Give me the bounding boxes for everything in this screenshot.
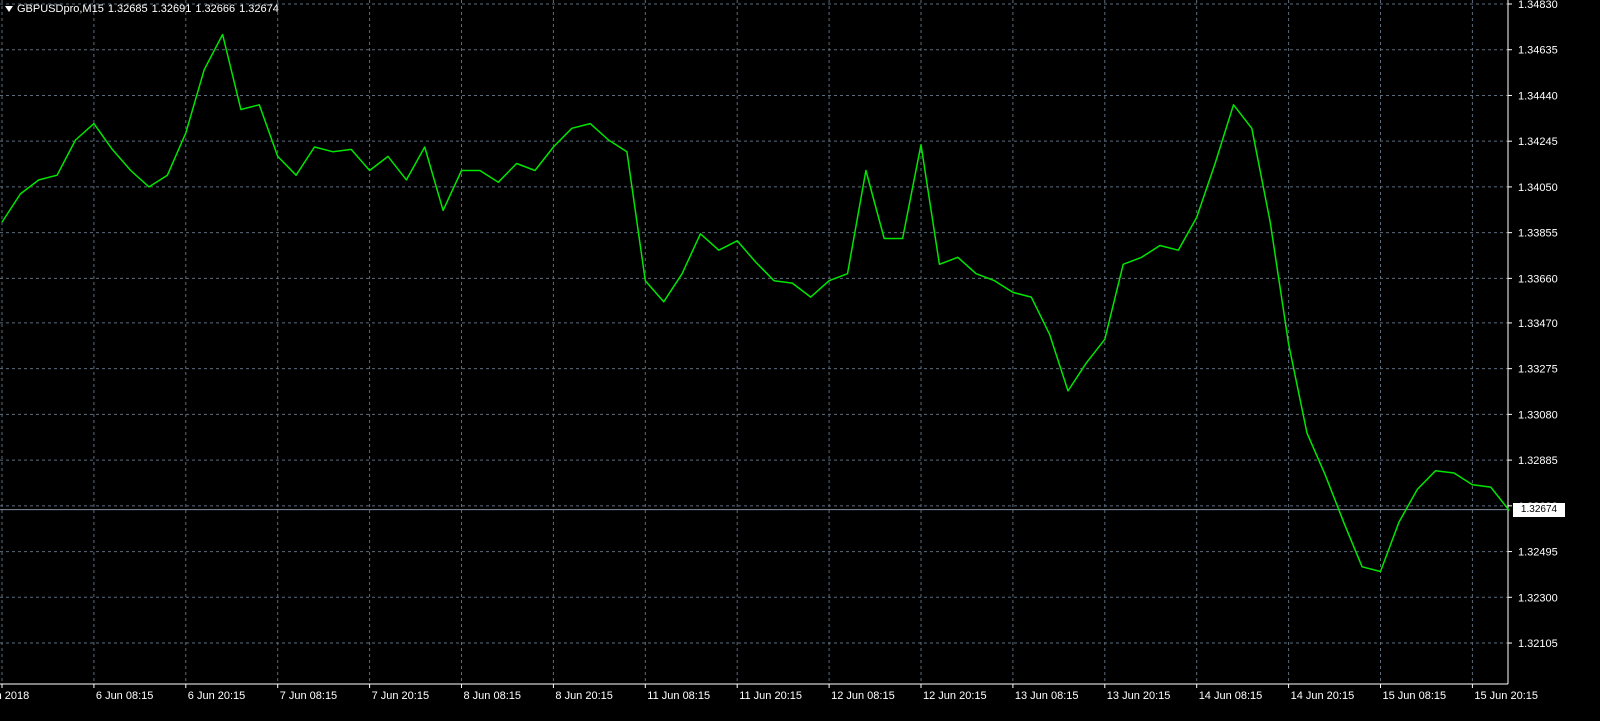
y-tick-label: 1.34830 bbox=[1518, 0, 1558, 11]
x-tick-label: 15 Jun 08:15 bbox=[1383, 690, 1447, 702]
chart-window[interactable]: 1.34830 1.34635 1.34440 1.34245 1.34050 1.338… bbox=[0, 0, 1600, 721]
close-price: 1.32674 bbox=[239, 3, 279, 15]
y-tick-label: 1.33660 bbox=[1518, 273, 1558, 285]
price-chart[interactable]: 1.34830 1.34635 1.34440 1.34245 1.34050 1.338… bbox=[0, 0, 1600, 721]
low-price: 1.32666 bbox=[195, 3, 236, 15]
y-tick-label: 1.33275 bbox=[1518, 364, 1558, 376]
x-tick-label: 6 Jun 20:15 bbox=[188, 690, 246, 702]
x-tick-label: 11 Jun 08:15 bbox=[647, 690, 710, 702]
x-tick-label: 13 Jun 20:15 bbox=[1107, 690, 1171, 702]
series-line bbox=[1, 33, 1510, 573]
x-tick-label: 14 Jun 20:15 bbox=[1291, 690, 1355, 702]
time-axis-labels: 5 Jun 2018 6 Jun 08:15 6 Jun 20:15 7 Jun 08… bbox=[0, 690, 1538, 702]
x-tick-label: 15 Jun 20:15 bbox=[1474, 690, 1538, 702]
x-tick-label: 11 Jun 20:15 bbox=[739, 690, 802, 702]
y-tick-label: 1.34440 bbox=[1518, 90, 1558, 102]
y-tick-label: 1.34635 bbox=[1518, 45, 1558, 57]
y-tick-label: 1.32495 bbox=[1518, 547, 1558, 559]
y-tick-label: 1.33470 bbox=[1518, 318, 1558, 330]
x-tick-label: 12 Jun 08:15 bbox=[831, 690, 895, 702]
y-tick-label: 1.34245 bbox=[1518, 136, 1558, 148]
open-price: 1.32685 bbox=[107, 3, 148, 15]
x-tick-label: 6 Jun 08:15 bbox=[96, 690, 153, 702]
y-tick-label: 1.32105 bbox=[1518, 638, 1558, 650]
y-tick-label: 1.33855 bbox=[1518, 228, 1558, 240]
x-tick-label: 5 Jun 2018 bbox=[0, 690, 29, 702]
x-tick-label: 7 Jun 08:15 bbox=[280, 690, 338, 702]
axis-lines bbox=[0, 0, 1512, 688]
y-tick-label: 1.32885 bbox=[1518, 455, 1558, 467]
grid bbox=[0, 0, 1508, 684]
high-price: 1.32691 bbox=[151, 3, 192, 15]
x-tick-label: 8 Jun 08:15 bbox=[464, 690, 522, 702]
x-tick-label: 14 Jun 08:15 bbox=[1199, 690, 1263, 702]
y-tick-label: 1.34050 bbox=[1518, 182, 1558, 194]
x-tick-label: 12 Jun 20:15 bbox=[923, 690, 987, 702]
y-tick-label: 1.32300 bbox=[1518, 592, 1558, 604]
price-series bbox=[1, 33, 1510, 573]
x-tick-label: 8 Jun 20:15 bbox=[555, 690, 613, 702]
x-tick-label: 7 Jun 20:15 bbox=[372, 690, 430, 702]
current-price-tag: 1.32674 bbox=[1513, 502, 1565, 517]
y-tick-label: 1.33080 bbox=[1518, 409, 1558, 421]
symbol-label: GBPUSDpro,M15 bbox=[17, 3, 104, 15]
symbol-header[interactable]: GBPUSDpro,M15 1.32685 1.32691 1.32666 1.… bbox=[5, 1, 283, 17]
dropdown-arrow-icon[interactable] bbox=[5, 6, 13, 12]
x-tick-label: 13 Jun 08:15 bbox=[1015, 690, 1079, 702]
price-axis-labels: 1.34830 1.34635 1.34440 1.34245 1.34050 1.338… bbox=[1518, 0, 1558, 650]
